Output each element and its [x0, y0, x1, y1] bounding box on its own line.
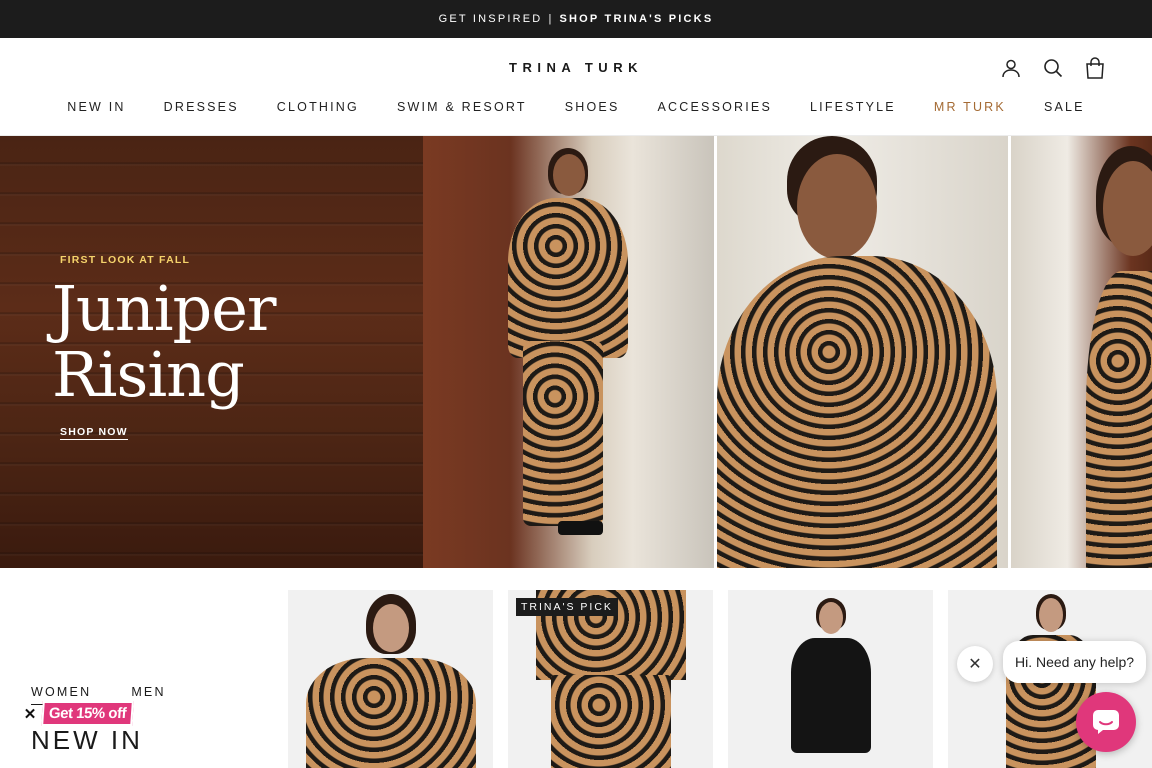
- nav-shoes[interactable]: SHOES: [565, 100, 620, 114]
- chat-icon: [1093, 710, 1119, 734]
- hero-banner[interactable]: FIRST LOOK AT FALL Juniper Rising SHOP N…: [0, 136, 1152, 568]
- product-garment: [790, 638, 871, 753]
- nav-new-in[interactable]: NEW IN: [67, 100, 125, 114]
- model-pants: [522, 341, 603, 526]
- model-head: [552, 154, 585, 196]
- trinas-pick-badge: TRINA'S PICK: [516, 598, 618, 616]
- product-card[interactable]: [728, 590, 933, 768]
- search-icon[interactable]: [1042, 57, 1064, 79]
- model-blouse: [1086, 271, 1152, 568]
- promo-button[interactable]: Get 15% off: [41, 701, 134, 726]
- hero-eyebrow: FIRST LOOK AT FALL: [60, 254, 191, 266]
- product-model-head: [372, 604, 409, 652]
- chat-message[interactable]: Hi. Need any help?: [1003, 641, 1147, 683]
- model-head: [1103, 161, 1152, 256]
- nav-accessories[interactable]: ACCESSORIES: [658, 100, 773, 114]
- product-model-head: [1038, 598, 1063, 632]
- model-blouse: [717, 256, 998, 568]
- hero-image-profile: [1011, 136, 1152, 568]
- bag-icon[interactable]: [1084, 57, 1106, 79]
- hero-title-line-2: Rising: [52, 338, 245, 411]
- logo[interactable]: TRINA TURK: [0, 60, 1152, 75]
- nav-clothing[interactable]: CLOTHING: [277, 100, 359, 114]
- promo-close-icon[interactable]: ✕: [20, 704, 40, 724]
- nav-dresses[interactable]: DRESSES: [164, 100, 239, 114]
- product-garment-pants: [550, 675, 671, 768]
- hero-image-closeup: [717, 136, 1009, 568]
- model-head: [797, 154, 878, 259]
- nav-sale[interactable]: SALE: [1044, 100, 1085, 114]
- model-shoes: [557, 521, 603, 535]
- hero-text-panel: FIRST LOOK AT FALL Juniper Rising SHOP N…: [0, 136, 423, 568]
- hero-title: Juniper Rising: [52, 272, 277, 411]
- product-card[interactable]: [288, 590, 493, 768]
- chat-launcher-button[interactable]: [1076, 692, 1136, 752]
- site-header: TRINA TURK NEW IN DRESSES CLOTHING SWIM …: [0, 38, 1152, 136]
- model-top: [507, 198, 628, 358]
- promo-teaser: ✕ Get 15% off: [20, 701, 134, 726]
- announcement-prefix: GET INSPIRED: [438, 13, 543, 25]
- nav-lifestyle[interactable]: LIFESTYLE: [810, 100, 896, 114]
- announcement-bar: GET INSPIRED | SHOP TRINA'S PICKS: [0, 0, 1152, 38]
- chat-close-button[interactable]: ✕: [957, 646, 993, 682]
- hero-image-full-length: [422, 136, 715, 568]
- hero-title-line-1: Juniper: [52, 272, 277, 345]
- nav-swim-resort[interactable]: SWIM & RESORT: [397, 100, 527, 114]
- main-nav: NEW IN DRESSES CLOTHING SWIM & RESORT SH…: [0, 100, 1152, 114]
- account-icon[interactable]: [1000, 57, 1022, 79]
- section-title: NEW IN: [31, 725, 143, 755]
- header-icons: [1000, 57, 1106, 79]
- announcement-link[interactable]: SHOP TRINA'S PICKS: [560, 13, 714, 25]
- product-card[interactable]: TRINA'S PICK: [508, 590, 713, 768]
- tab-men[interactable]: MEN: [131, 685, 165, 705]
- product-model-head: [818, 602, 843, 634]
- nav-mr-turk[interactable]: MR TURK: [934, 100, 1006, 114]
- announcement-separator: |: [548, 13, 554, 25]
- product-garment: [305, 658, 476, 768]
- hero-shop-now-link[interactable]: SHOP NOW: [60, 426, 128, 440]
